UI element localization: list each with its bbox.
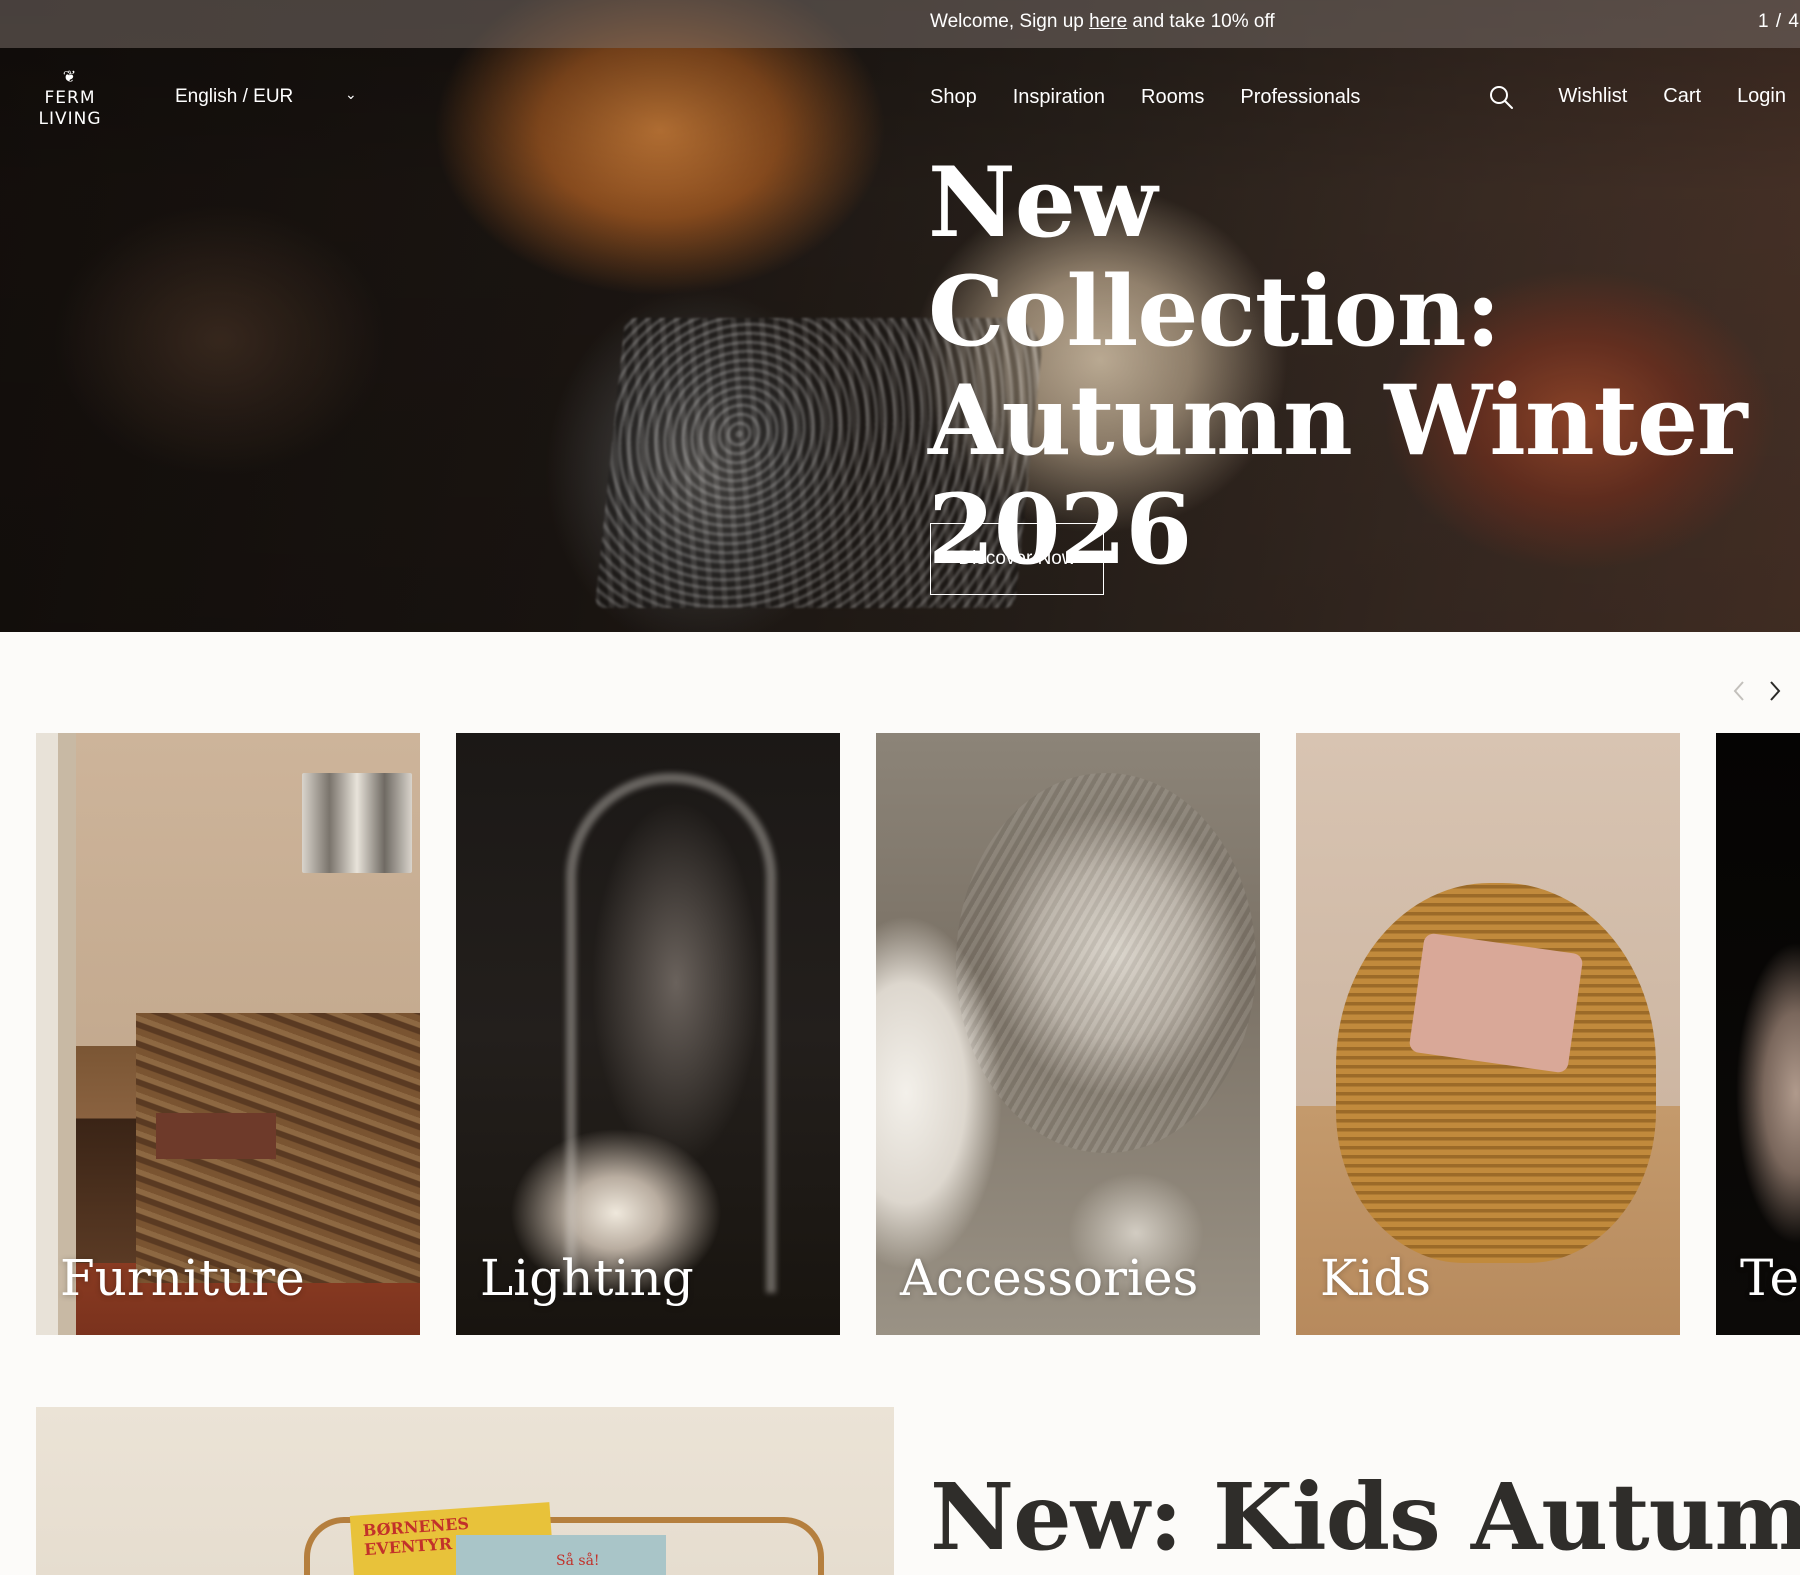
announcement-message: Welcome, Sign up here and take 10% off (930, 11, 1275, 33)
lamp-arc-image (566, 773, 776, 1293)
logo-line-2: LIVING (38, 109, 102, 129)
book-image: Så så! (456, 1535, 666, 1575)
search-icon[interactable] (1488, 84, 1514, 110)
category-carousel: Furniture Lighting Accessories Kids Te (36, 733, 1800, 1335)
category-label: Kids (1320, 1249, 1432, 1307)
menu-item-professionals[interactable]: Professionals (1240, 86, 1360, 109)
chevron-down-icon[interactable]: ⌄ (345, 86, 357, 103)
menu-item-rooms[interactable]: Rooms (1141, 86, 1204, 109)
logo-line-1: FERM (44, 88, 96, 108)
hero-title-line-1: New Collection: (928, 146, 1501, 368)
candle-sconce-image (302, 773, 412, 873)
discover-now-button[interactable]: Discover Now (930, 523, 1104, 595)
menu-item-shop[interactable]: Shop (930, 86, 977, 109)
category-label: Accessories (900, 1249, 1199, 1307)
shell-bowl-image (956, 773, 1256, 1153)
category-card-kids[interactable]: Kids (1296, 733, 1680, 1335)
announcement-bar: Welcome, Sign up here and take 10% off 1… (0, 0, 1800, 48)
box-image (156, 1113, 276, 1159)
menu-item-inspiration[interactable]: Inspiration (1013, 86, 1105, 109)
carousel-next-button[interactable] (1760, 676, 1790, 706)
category-card-furniture[interactable]: Furniture (36, 733, 420, 1335)
rattan-chair-image (1336, 883, 1656, 1263)
category-card-lighting[interactable]: Lighting (456, 733, 840, 1335)
announcement-pager: 1 / 4 (1758, 11, 1800, 32)
hero-title-line-2: Autumn Winter (928, 364, 1748, 477)
language-currency-select[interactable]: English / EUR (175, 86, 293, 108)
logo[interactable]: ❦ FERM LIVING (34, 67, 106, 130)
announcement-suffix: and take 10% off (1127, 11, 1275, 32)
category-label: Lighting (480, 1249, 694, 1307)
announcement-prefix: Welcome, Sign up (930, 11, 1090, 32)
kids-promo-image[interactable]: BØRNENES EVENTYR Så så! (36, 1407, 894, 1575)
chevron-left-icon (1733, 681, 1744, 701)
category-card-partial[interactable]: Te (1716, 733, 1800, 1335)
wishlist-link[interactable]: Wishlist (1558, 85, 1627, 108)
primary-menu: Shop Inspiration Rooms Professionals (930, 86, 1360, 109)
category-label: Te (1740, 1249, 1800, 1307)
login-link[interactable]: Login (1737, 85, 1786, 108)
main-nav: ❦ FERM LIVING English / EUR ⌄ Shop Inspi… (0, 48, 1800, 148)
pillow-image (1408, 932, 1584, 1074)
promo-title: New: Kids Autumn (930, 1463, 1800, 1571)
category-card-accessories[interactable]: Accessories (876, 733, 1260, 1335)
carousel-prev-button[interactable] (1724, 676, 1754, 706)
bird-logo-icon: ❦ (62, 67, 78, 86)
hero-banner[interactable]: Welcome, Sign up here and take 10% off 1… (0, 0, 1800, 632)
chevron-right-icon (1770, 681, 1781, 701)
book-title: Så så! (556, 1553, 600, 1569)
hero-title: New Collection: Autumn Winter 2026 (928, 148, 1748, 584)
signup-link[interactable]: here (1089, 11, 1127, 32)
utility-links: Wishlist Cart Login (1558, 85, 1786, 108)
cart-link[interactable]: Cart (1663, 85, 1701, 108)
category-label: Furniture (60, 1249, 305, 1307)
